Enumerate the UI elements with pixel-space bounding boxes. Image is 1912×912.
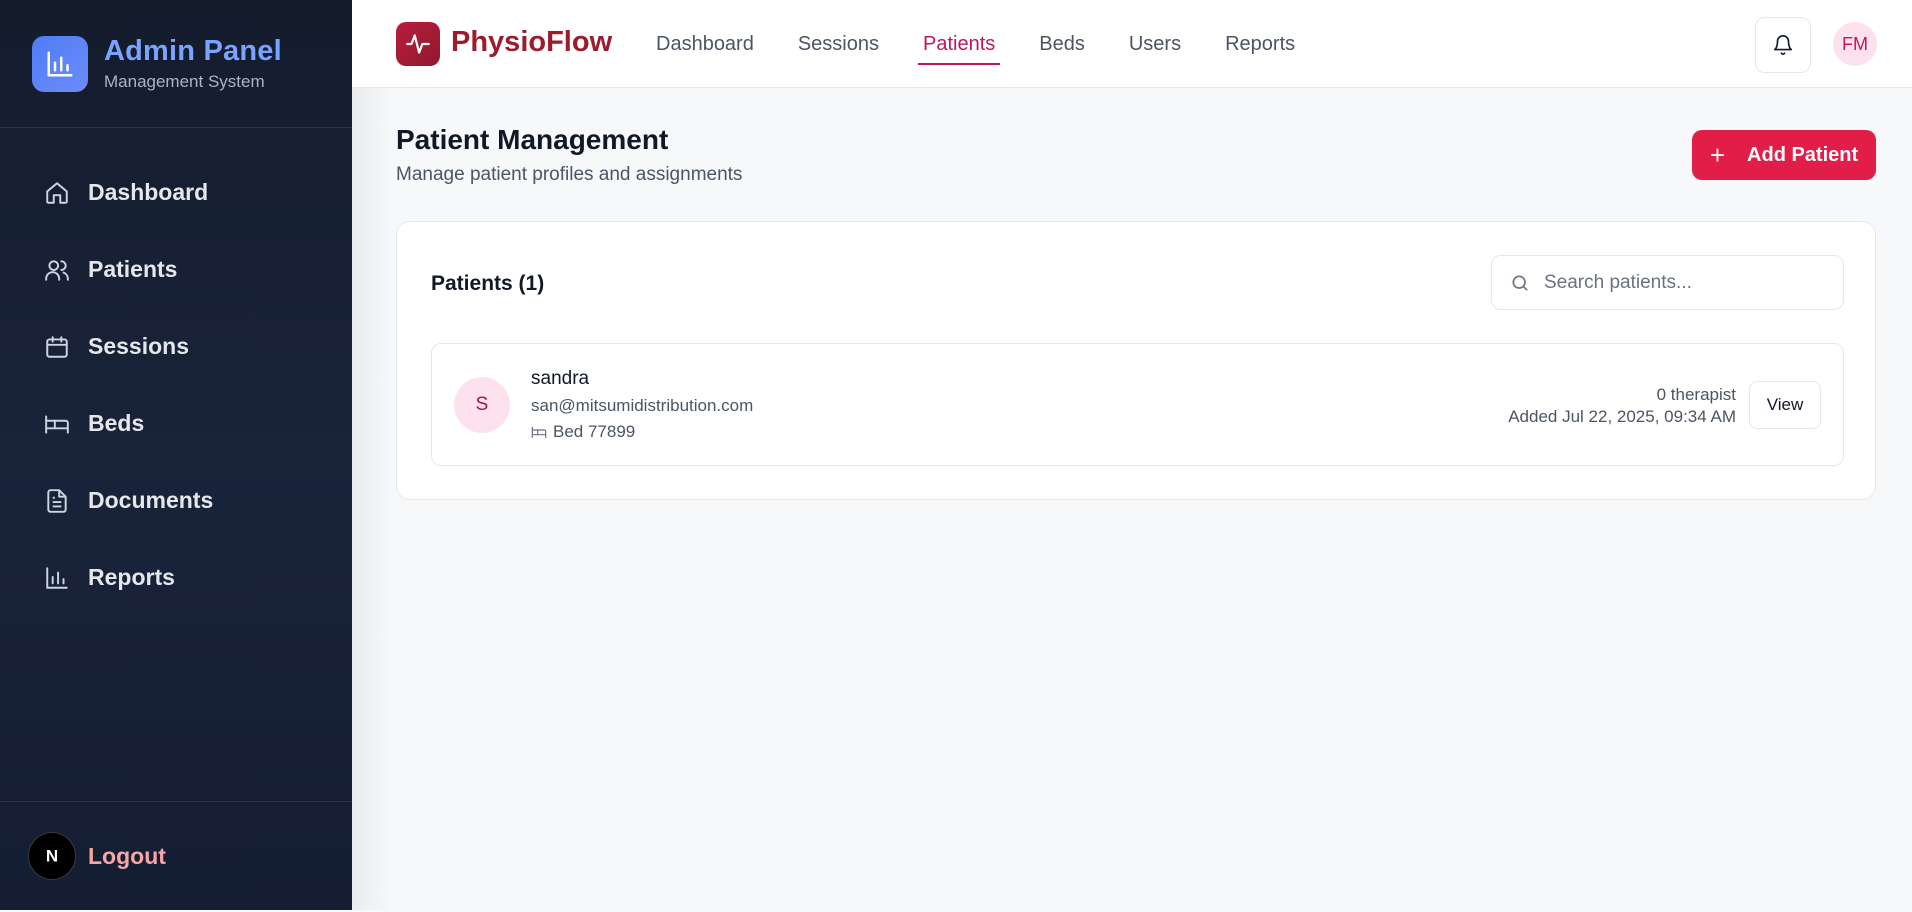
sidebar-footer: N Logout: [0, 801, 352, 910]
users-icon: [45, 259, 69, 281]
sidebar-nav: Dashboard Patients Sessions Beds Documen…: [0, 128, 352, 616]
home-icon: [46, 181, 68, 204]
sidebar-item-label: Documents: [88, 487, 214, 513]
sidebar-item-beds[interactable]: Beds: [0, 385, 352, 462]
sidebar-item-label: Dashboard: [88, 179, 209, 205]
patient-row[interactable]: S sandra san@mitsumidistribution.com Bed…: [431, 343, 1844, 466]
tab-dashboard[interactable]: Dashboard: [656, 33, 754, 56]
brand-name[interactable]: PhysioFlow: [451, 26, 612, 59]
add-patient-label: Add Patient: [1747, 143, 1859, 166]
sidebar-subtitle: Management System: [104, 72, 265, 91]
patient-avatar: S: [454, 377, 510, 433]
tab-beds[interactable]: Beds: [1039, 33, 1085, 56]
bed-icon: [531, 426, 547, 438]
search-icon: [1512, 275, 1528, 290]
patients-card: Patients (1) S sandra san@mitsumidistrib…: [396, 221, 1876, 500]
sidebar-item-reports[interactable]: Reports: [0, 539, 352, 616]
bar-chart-icon: [46, 566, 68, 589]
bar-chart-icon: [32, 35, 88, 92]
add-patient-button[interactable]: + Add Patient: [1692, 130, 1876, 180]
avatar[interactable]: N: [28, 832, 76, 880]
sidebar-item-label: Beds: [88, 410, 145, 436]
calendar-icon: [46, 335, 68, 358]
patients-card-title: Patients (1): [431, 272, 545, 295]
sidebar-item-label: Sessions: [88, 333, 189, 359]
notifications-button[interactable]: [1755, 17, 1811, 73]
bed-icon: [45, 414, 69, 434]
patient-added-date: Added Jul 22, 2025, 09:34 AM: [1508, 407, 1736, 426]
avatar-letter: N: [46, 847, 58, 866]
tab-patients[interactable]: Patients: [917, 33, 1001, 65]
activity-icon[interactable]: [396, 22, 440, 66]
top-nav: Dashboard Sessions Patients Beds Users R…: [656, 0, 1339, 88]
document-icon: [47, 488, 67, 513]
search-box[interactable]: [1491, 255, 1844, 310]
page-subtitle: Manage patient profiles and assignments: [396, 164, 743, 185]
patient-therapist-count: 0 therapist: [1656, 385, 1736, 404]
content-edge-shadow: [352, 88, 392, 910]
sidebar-item-patients[interactable]: Patients: [0, 231, 352, 308]
sidebar-item-label: Reports: [88, 564, 175, 590]
plus-icon: +: [1709, 140, 1726, 170]
sidebar-item-label: Patients: [88, 256, 178, 282]
sidebar: Admin Panel Management System Dashboard …: [0, 0, 352, 910]
sidebar-brand: Admin Panel Management System: [0, 0, 352, 128]
view-patient-button[interactable]: View: [1749, 381, 1821, 429]
topbar: PhysioFlow Dashboard Sessions Patients B…: [352, 0, 1912, 88]
bell-icon: [1773, 35, 1793, 55]
sidebar-item-documents[interactable]: Documents: [0, 462, 352, 539]
sidebar-item-sessions[interactable]: Sessions: [0, 308, 352, 385]
sidebar-item-dashboard[interactable]: Dashboard: [0, 154, 352, 231]
patient-email: san@mitsumidistribution.com: [531, 396, 754, 415]
sidebar-title: Admin Panel: [104, 35, 282, 67]
patient-bed-label: Bed 77899: [553, 422, 636, 441]
tab-sessions[interactable]: Sessions: [798, 33, 879, 56]
patient-name: sandra: [531, 368, 590, 389]
user-avatar[interactable]: FM: [1833, 22, 1877, 66]
page-title: Patient Management: [396, 124, 669, 155]
patient-bed: Bed 77899: [531, 422, 635, 442]
logout-button[interactable]: Logout: [88, 843, 166, 870]
tab-users[interactable]: Users: [1129, 33, 1181, 56]
tab-reports[interactable]: Reports: [1225, 33, 1295, 56]
patient-meta: 0 therapist Added Jul 22, 2025, 09:34 AM: [1508, 384, 1736, 428]
search-input[interactable]: [1544, 271, 1824, 294]
